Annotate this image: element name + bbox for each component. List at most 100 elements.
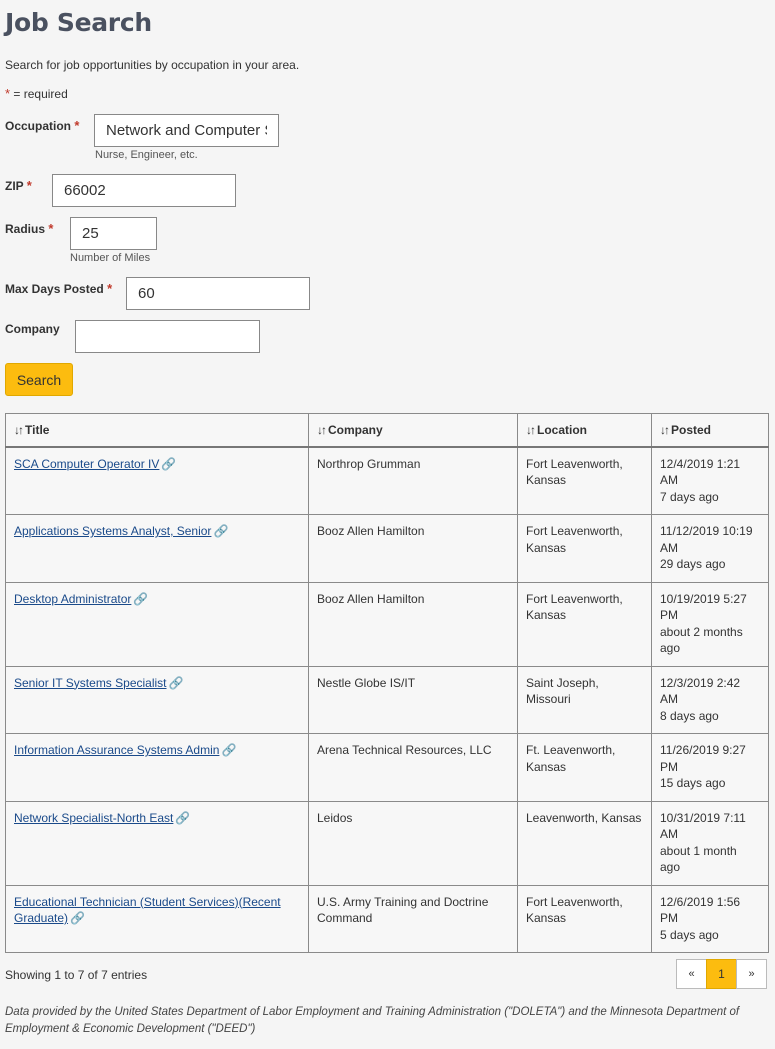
link-icon[interactable]: 🔗 [175, 810, 190, 827]
cell-location: Fort Leavenworth, Kansas [517, 884, 652, 953]
cell-posted: 10/19/2019 5:27 PM about 2 months ago [651, 581, 769, 667]
pagination: « 1 » [676, 959, 767, 989]
job-title-link[interactable]: Educational Technician (Student Services… [14, 895, 281, 926]
cell-title: Applications Systems Analyst, Senior 🔗 [5, 514, 309, 583]
posted-date: 12/4/2019 1:21 AM [660, 456, 741, 488]
table-row: Information Assurance Systems Admin 🔗 Are… [5, 733, 769, 802]
posted-ago: 29 days ago [660, 557, 726, 571]
cell-company: Nestle Globe IS/IT [308, 665, 518, 734]
posted-date: 11/26/2019 9:27 PM [660, 743, 746, 774]
cell-posted: 10/31/2019 7:11 AM about 1 month ago [651, 800, 769, 886]
job-title-link[interactable]: Network Specialist-North East [14, 811, 173, 825]
column-header-company[interactable]: ↓↑ Company [308, 413, 518, 448]
cell-posted: 12/6/2019 1:56 PM 5 days ago [651, 884, 769, 953]
intro-text: Search for job opportunities by occupati… [5, 58, 300, 72]
job-title-link[interactable]: Desktop Administrator [14, 592, 131, 606]
posted-date: 10/31/2019 7:11 AM [660, 810, 746, 842]
cell-posted: 12/3/2019 2:42 AM 8 days ago [651, 665, 769, 734]
cell-title: Desktop Administrator 🔗 [5, 581, 309, 667]
sort-icon: ↓↑ [526, 422, 536, 437]
link-icon[interactable]: 🔗 [133, 591, 148, 608]
cell-title: SCA Computer Operator IV 🔗 [5, 446, 309, 515]
posted-ago: 5 days ago [660, 927, 719, 942]
cell-location: Leavenworth, Kansas [517, 800, 652, 886]
cell-location: Saint Joseph, Missouri [517, 665, 652, 734]
column-header-posted[interactable]: ↓↑ Posted [651, 413, 769, 448]
sort-icon: ↓↑ [14, 422, 24, 437]
cell-title: Educational Technician (Student Services… [5, 884, 309, 953]
table-row: Applications Systems Analyst, Senior 🔗 Bo… [5, 514, 769, 583]
posted-ago: about 2 months ago [660, 624, 743, 656]
max-days-label: Max Days Posted * [5, 281, 112, 296]
cell-posted: 12/4/2019 1:21 AM 7 days ago [651, 446, 769, 515]
cell-company: Arena Technical Resources, LLC [308, 733, 518, 802]
column-header-title[interactable]: ↓↑ Title [5, 413, 309, 448]
occupation-input[interactable] [94, 114, 279, 147]
cell-company: Booz Allen Hamilton [308, 581, 518, 667]
page-title: Job Search [5, 8, 152, 37]
required-star: * [107, 281, 113, 296]
zip-input[interactable] [52, 174, 236, 207]
posted-date: 11/12/2019 10:19 AM [660, 524, 753, 555]
max-days-input[interactable] [126, 277, 310, 310]
sort-icon: ↓↑ [660, 422, 670, 437]
job-title-link[interactable]: Information Assurance Systems Admin [14, 743, 219, 757]
sort-icon: ↓↑ [317, 422, 327, 437]
column-header-label: Posted [671, 422, 712, 437]
cell-title: Information Assurance Systems Admin 🔗 [5, 733, 309, 802]
required-star: * [74, 118, 80, 133]
zip-label-text: ZIP [5, 179, 24, 193]
link-icon[interactable]: 🔗 [161, 456, 176, 473]
cell-location: Fort Leavenworth, Kansas [517, 446, 652, 515]
link-icon[interactable]: 🔗 [169, 675, 184, 692]
link-icon[interactable]: 🔗 [70, 910, 85, 927]
required-star: * [48, 221, 54, 236]
cell-posted: 11/26/2019 9:27 PM 15 days ago [651, 733, 769, 802]
column-header-location[interactable]: ↓↑ Location [517, 413, 652, 448]
cell-company: Northrop Grumman [308, 446, 518, 515]
table-row: Network Specialist-North East 🔗 Leidos Le… [5, 800, 769, 886]
results-table: ↓↑ Title ↓↑ Company ↓↑ Location ↓↑ Posted SC… [5, 413, 769, 953]
search-button[interactable]: Search [5, 363, 73, 396]
column-header-label: Location [537, 422, 587, 437]
posted-date: 10/19/2019 5:27 PM [660, 591, 747, 623]
cell-location: Fort Leavenworth, Kansas [517, 581, 652, 667]
cell-location: Fort Leavenworth, Kansas [517, 514, 652, 583]
company-input[interactable] [75, 320, 260, 353]
occupation-hint: Nurse, Engineer, etc. [95, 149, 198, 161]
radius-label: Radius * [5, 221, 53, 236]
link-icon[interactable]: 🔗 [221, 742, 236, 759]
radius-input[interactable] [70, 217, 157, 250]
posted-date: 12/3/2019 2:42 AM [660, 675, 741, 707]
link-icon[interactable]: 🔗 [213, 523, 228, 540]
job-title-link[interactable]: Senior IT Systems Specialist [14, 676, 167, 690]
table-header-row: ↓↑ Title ↓↑ Company ↓↑ Location ↓↑ Posted [5, 413, 769, 448]
cell-location: Ft. Leavenworth, Kansas [517, 733, 652, 802]
table-row: SCA Computer Operator IV 🔗 Northrop Grumm… [5, 446, 769, 515]
zip-label: ZIP * [5, 178, 32, 193]
cell-company: U.S. Army Training and Doctrine Command [308, 884, 518, 953]
posted-ago: 8 days ago [660, 708, 719, 723]
prev-page-button[interactable]: « [676, 959, 707, 989]
occupation-label: Occupation * [5, 118, 79, 133]
max-days-label-text: Max Days Posted [5, 282, 104, 296]
posted-ago: 7 days ago [660, 489, 719, 504]
entries-count: Showing 1 to 7 of 7 entries [5, 968, 148, 982]
cell-title: Network Specialist-North East 🔗 [5, 800, 309, 886]
cell-title: Senior IT Systems Specialist 🔗 [5, 665, 309, 734]
table-row: Senior IT Systems Specialist 🔗 Nestle Glo… [5, 665, 769, 734]
next-page-button[interactable]: » [736, 959, 767, 989]
required-note-text: = required [10, 87, 68, 101]
table-row: Desktop Administrator 🔗 Booz Allen Hamilt… [5, 581, 769, 667]
cell-posted: 11/12/2019 10:19 AM 29 days ago [651, 514, 769, 583]
data-source-note: Data provided by the United States Depar… [5, 1006, 740, 1035]
occupation-label-text: Occupation [5, 119, 72, 133]
radius-label-text: Radius [5, 222, 46, 236]
cell-company: Booz Allen Hamilton [308, 514, 518, 583]
page-1-button[interactable]: 1 [706, 959, 737, 989]
job-title-link[interactable]: Applications Systems Analyst, Senior [14, 524, 211, 538]
posted-ago: about 1 month ago [660, 843, 737, 875]
company-label: Company [5, 322, 60, 336]
job-title-link[interactable]: SCA Computer Operator IV [14, 457, 159, 471]
posted-date: 12/6/2019 1:56 PM [660, 894, 741, 926]
